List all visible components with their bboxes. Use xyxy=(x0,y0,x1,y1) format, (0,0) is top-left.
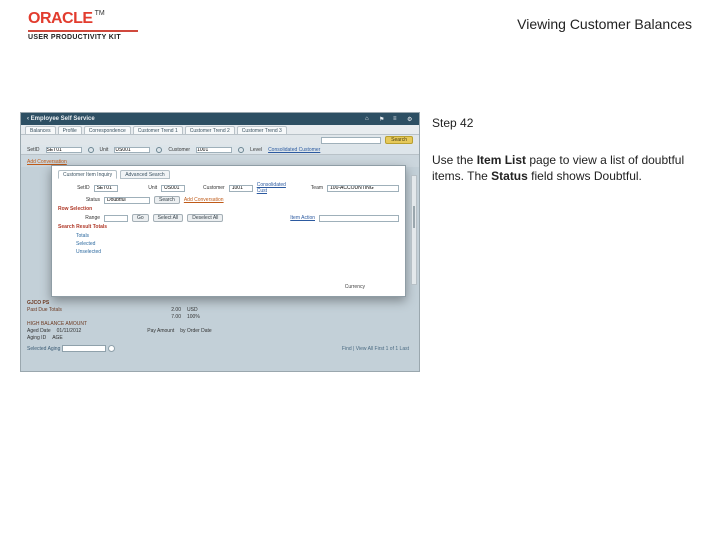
past-due-cur: USD xyxy=(187,307,198,313)
modal-tab-inquiry[interactable]: Customer Item Inquiry xyxy=(58,170,117,179)
step-label: Step 42 xyxy=(432,116,692,130)
m-range-label: Range xyxy=(58,215,100,221)
pct-a: 7.00 xyxy=(143,314,181,320)
setid-label: SetID xyxy=(27,147,40,153)
result-selected: Selected xyxy=(76,240,399,248)
unit-input[interactable] xyxy=(114,147,150,153)
m-range-input[interactable] xyxy=(104,215,128,222)
unit-label: Unit xyxy=(100,147,109,153)
modal-tab-advanced[interactable]: Advanced Search xyxy=(120,170,169,179)
pager[interactable]: Find | View All First 1 of 1 Last xyxy=(342,346,409,352)
filter-bar: SetID Unit Customer Level Consolidated C… xyxy=(21,145,419,155)
m-consolidated-link[interactable]: Consolidated Cust xyxy=(257,182,288,194)
search-result-totals-header: Search Result Totals xyxy=(58,224,399,230)
oracle-logo: ORACLE xyxy=(28,10,93,27)
result-totals: Totals xyxy=(76,232,399,240)
setid-input[interactable] xyxy=(46,147,82,153)
instr-bold-1: Item List xyxy=(477,153,526,167)
tab-profile[interactable]: Profile xyxy=(58,126,82,134)
aging-id-label: Aging ID xyxy=(27,335,46,341)
tab-customer-trend-1[interactable]: Customer Trend 1 xyxy=(133,126,183,134)
customer-lookup-icon[interactable] xyxy=(238,147,244,153)
customer-input[interactable] xyxy=(196,147,232,153)
item-list-modal: Customer Item Inquiry Advanced Search Se… xyxy=(51,165,406,297)
m-select-all-button[interactable]: Select All xyxy=(153,214,184,222)
m-team-label: Team xyxy=(291,185,323,191)
menu-icon[interactable]: ≡ xyxy=(393,116,399,122)
tab-customer-trend-2[interactable]: Customer Trend 2 xyxy=(185,126,235,134)
oracle-logo-block: ORACLETM USER PRODUCTIVITY KIT xyxy=(28,10,138,41)
tab-bar: Balances Profile Correspondence Customer… xyxy=(21,125,419,135)
pay-amount-label: Pay Amount xyxy=(147,328,174,334)
gear-icon[interactable]: ⚙ xyxy=(407,116,413,122)
page-search-input[interactable] xyxy=(321,137,381,144)
m-setid-input[interactable] xyxy=(94,185,118,192)
aging-id-value: AGE xyxy=(52,335,63,341)
aged-date-value: 01/11/2012 xyxy=(57,328,82,334)
m-unit-label: Unit xyxy=(126,185,158,191)
app-titlebar: ‹ Employee Self Service ⌂ ⚑ ≡ ⚙ xyxy=(21,113,419,125)
past-due-amt: 2.00 xyxy=(143,307,181,313)
result-unselected: Unselected xyxy=(76,248,399,256)
setid-lookup-icon[interactable] xyxy=(88,147,94,153)
background-bottom: GJCO PS Past Due Totals 2.00 USD 7.00 10… xyxy=(27,299,409,352)
tab-correspondence[interactable]: Correspondence xyxy=(84,126,131,134)
home-icon[interactable]: ⌂ xyxy=(365,116,371,122)
high-balance-label: HIGH BALANCE AMOUNT xyxy=(27,321,137,327)
m-item-action-input[interactable] xyxy=(319,215,399,222)
instruction-body: Use the Item List page to view a list of… xyxy=(432,152,692,184)
past-due-label: Past Due Totals xyxy=(27,307,137,313)
flag-icon[interactable]: ⚑ xyxy=(379,116,385,122)
m-status-label: Status xyxy=(58,197,100,203)
level-label: Level xyxy=(250,147,262,153)
level-value[interactable]: Consolidated Customer xyxy=(268,147,320,153)
tab-balances[interactable]: Balances xyxy=(25,126,56,134)
m-customer-label: Customer xyxy=(193,185,225,191)
instr-bold-2: Status xyxy=(491,169,528,183)
customer-label: Customer xyxy=(168,147,190,153)
app-title: ‹ Employee Self Service xyxy=(27,116,95,122)
instr-text-1: Use the xyxy=(432,153,477,167)
titlebar-right-icons: ⌂ ⚑ ≡ ⚙ xyxy=(365,116,413,122)
upk-subtitle: USER PRODUCTIVITY KIT xyxy=(28,34,138,41)
m-team-input[interactable] xyxy=(327,185,399,192)
m-unit-input[interactable] xyxy=(161,185,185,192)
selected-aging-option[interactable]: Selected Aging xyxy=(27,345,115,352)
m-item-action-link[interactable]: Item Action xyxy=(290,215,315,221)
gjco-header: GJCO PS xyxy=(27,300,49,306)
m-search-button[interactable]: Search xyxy=(154,196,180,204)
scrollbar-thumb[interactable] xyxy=(413,206,415,228)
aged-date-label: Aged Date xyxy=(27,328,51,334)
results-list: Totals Selected Unselected xyxy=(76,232,399,256)
tab-customer-trend-3[interactable]: Customer Trend 3 xyxy=(237,126,287,134)
m-customer-input[interactable] xyxy=(229,185,253,192)
unit-lookup-icon[interactable] xyxy=(156,147,162,153)
m-deselect-all-button[interactable]: Deselect All xyxy=(187,214,223,222)
document-title: Viewing Customer Balances xyxy=(517,16,692,32)
m-setid-label: SetID xyxy=(58,185,90,191)
m-add-conversation-link[interactable]: Add Conversation xyxy=(184,197,224,203)
instruction-column: Step 42 Use the Item List page to view a… xyxy=(432,116,692,184)
modal-scrollbar[interactable] xyxy=(411,175,417,285)
logo-divider xyxy=(28,30,138,32)
selected-aging-label: Selected Aging xyxy=(27,346,60,352)
screenshot-panel: ‹ Employee Self Service ⌂ ⚑ ≡ ⚙ Balances… xyxy=(20,112,420,372)
page-search-row: Search xyxy=(21,135,419,145)
m-status-input[interactable] xyxy=(104,197,150,204)
pct-b: 100% xyxy=(187,314,200,320)
instr-text-3: field shows Doubtful. xyxy=(528,169,642,183)
pay-amount-value: by Order Date xyxy=(180,328,211,334)
m-go-button[interactable]: Go xyxy=(132,214,149,222)
selected-aging-radio[interactable] xyxy=(108,345,115,352)
currency-label: Currency xyxy=(345,284,365,290)
row-selection-header: Row Selection xyxy=(58,206,399,212)
selected-aging-input[interactable] xyxy=(62,345,106,352)
page-search-button[interactable]: Search xyxy=(385,136,413,144)
trademark-symbol: TM xyxy=(95,10,105,17)
